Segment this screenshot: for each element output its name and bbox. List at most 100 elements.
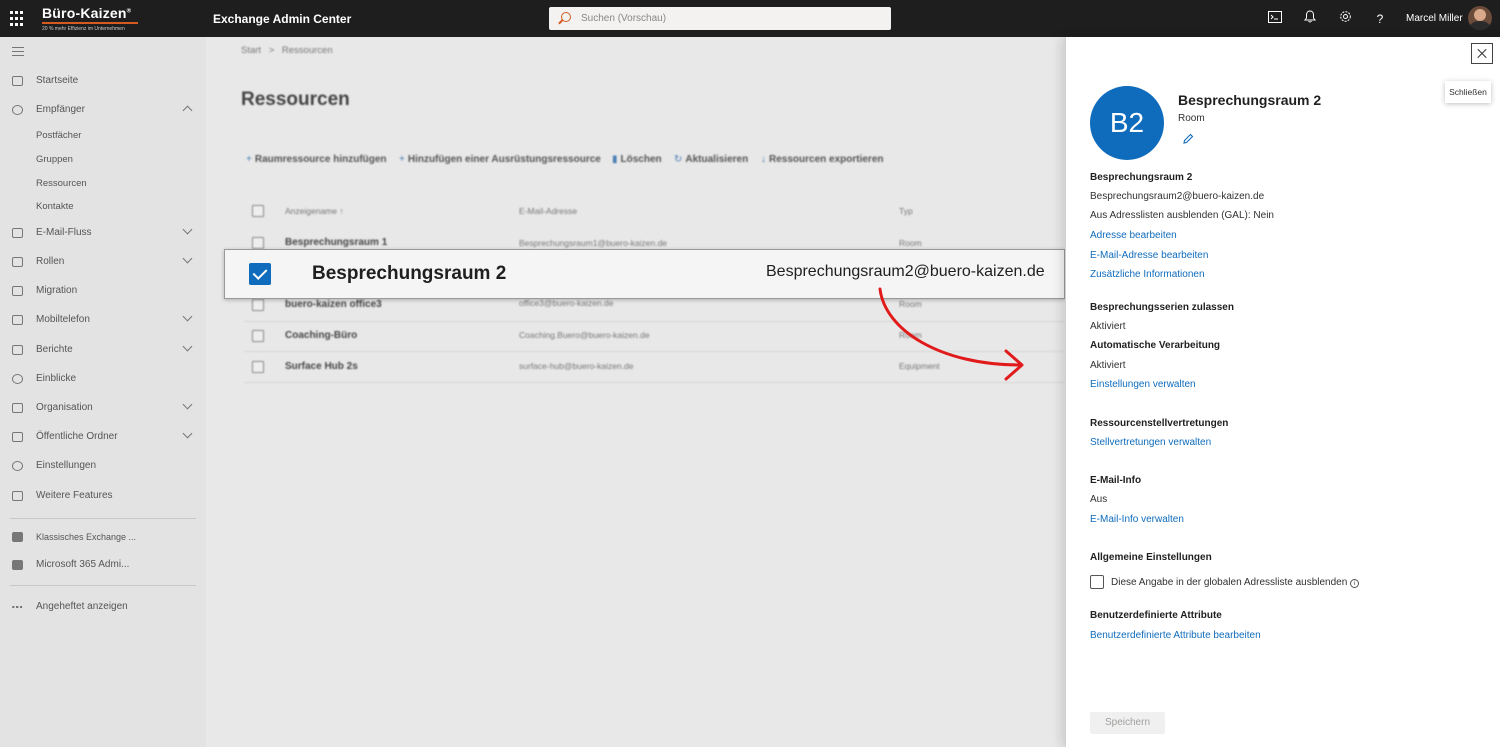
row-checkbox[interactable] xyxy=(252,299,264,311)
mobile-icon xyxy=(12,315,23,325)
top-bar: Büro-Kaizen® 20 % mehr Effizienz im Unte… xyxy=(0,0,1500,37)
mail-icon xyxy=(12,228,23,238)
hamburger-icon[interactable] xyxy=(12,47,24,59)
brand-logo: Büro-Kaizen® 20 % mehr Effizienz im Unte… xyxy=(42,5,138,32)
refresh-button[interactable]: ↻ Aktualisieren xyxy=(674,154,748,165)
delete-button[interactable]: ▮ Löschen xyxy=(612,154,662,165)
add-room-button[interactable]: + Raumressource hinzufügen xyxy=(246,154,387,165)
export-button[interactable]: ↓ Ressourcen exportieren xyxy=(761,154,884,165)
chart-icon xyxy=(12,345,23,355)
app-title: Exchange Admin Center xyxy=(213,12,352,26)
row-checkbox[interactable] xyxy=(252,330,264,342)
sidebar-item-reports[interactable]: Berichte xyxy=(0,340,206,360)
column-header-name[interactable]: Anzeigename ↑ xyxy=(285,206,344,216)
search-icon xyxy=(561,12,571,22)
plus-icon: + xyxy=(246,154,252,165)
grid-icon xyxy=(12,491,23,501)
sidebar-divider xyxy=(10,518,196,519)
terminal-icon[interactable] xyxy=(1266,10,1284,28)
sidebar-item-show-pinned[interactable]: Angeheftet anzeigen xyxy=(0,597,206,617)
brand-tagline: 20 % mehr Effizienz im Unternehmen xyxy=(42,26,125,32)
trash-icon: ▮ xyxy=(612,154,618,165)
home-icon xyxy=(12,76,23,86)
brand-name: Büro-Kaizen xyxy=(42,5,127,21)
add-equipment-button[interactable]: + Hinzufügen einer Ausrüstungsressource xyxy=(399,154,601,165)
manage-settings-link[interactable]: Einstellungen verwalten xyxy=(1090,379,1196,390)
sidebar-item-mobile[interactable]: Mobiltelefon xyxy=(0,310,206,330)
pencil-icon[interactable] xyxy=(1182,133,1194,145)
sidebar-item-settings[interactable]: Einstellungen xyxy=(0,456,206,476)
user-name[interactable]: Marcel Miller xyxy=(1406,13,1463,24)
section-custom-attributes: Benutzerdefinierte Attribute xyxy=(1090,610,1222,621)
breadcrumb: Start > Ressourcen xyxy=(241,45,333,56)
sidebar-item-insights[interactable]: Einblicke xyxy=(0,369,206,389)
chevron-up-icon xyxy=(182,105,193,116)
lightbulb-icon xyxy=(12,374,23,384)
avatar[interactable] xyxy=(1468,6,1492,30)
help-icon[interactable]: ? xyxy=(1371,10,1389,28)
breadcrumb-start[interactable]: Start xyxy=(241,45,261,56)
info-icon[interactable]: i xyxy=(1350,579,1360,588)
sidebar-item-public-folders[interactable]: Öffentliche Ordner xyxy=(0,427,206,447)
plus-icon: + xyxy=(399,154,405,165)
selected-row-checkbox[interactable] xyxy=(249,263,271,285)
sidebar-item-more-features[interactable]: Weitere Features xyxy=(0,486,206,506)
person-icon xyxy=(12,105,23,115)
row-checkbox[interactable] xyxy=(252,361,264,373)
hide-gal-status: Aus Adresslisten ausblenden (GAL): Nein xyxy=(1090,210,1274,221)
section-auto-processing: Automatische Verarbeitung xyxy=(1090,340,1221,351)
edit-address-link[interactable]: Adresse bearbeiten xyxy=(1090,230,1177,241)
column-header-type[interactable]: Typ xyxy=(899,206,913,216)
app-launcher-icon[interactable] xyxy=(10,11,26,27)
selected-row-email: Besprechungsraum2@buero-kaizen.de xyxy=(766,263,1045,280)
chevron-down-icon xyxy=(182,428,193,439)
search-input[interactable]: Suchen (Vorschau) xyxy=(549,7,891,30)
resource-email: Besprechungsraum2@buero-kaizen.de xyxy=(1090,191,1265,202)
row-checkbox[interactable] xyxy=(252,237,264,249)
bell-icon[interactable] xyxy=(1301,10,1319,28)
hide-from-gal-checkbox[interactable] xyxy=(1090,575,1104,589)
brand-mark: ® xyxy=(126,8,132,15)
section-delegates: Ressourcenstellvertretungen xyxy=(1090,418,1229,429)
section-mailtip: E-Mail-Info xyxy=(1090,475,1142,486)
select-all-checkbox[interactable] xyxy=(252,205,264,217)
download-icon: ↓ xyxy=(761,154,766,165)
sidebar-item-migration[interactable]: Migration xyxy=(0,281,206,301)
resource-avatar: B2 xyxy=(1090,86,1164,160)
manage-mailtip-link[interactable]: E-Mail-Info verwalten xyxy=(1090,514,1184,525)
panel-title: Besprechungsraum 2 xyxy=(1178,92,1322,108)
sidebar-item-recipients[interactable]: Empfänger xyxy=(0,100,206,120)
sidebar-item-home[interactable]: Startseite xyxy=(0,71,206,91)
section-recurring-meetings: Besprechungsserien zulassen xyxy=(1090,302,1234,313)
sidebar-subitem-resources[interactable]: Ressourcen xyxy=(36,178,87,189)
sidebar-item-mailflow[interactable]: E-Mail-Fluss xyxy=(0,223,206,243)
sidebar-item-m365-admin[interactable]: Microsoft 365 Admi... xyxy=(0,555,206,575)
column-header-email[interactable]: E-Mail-Adresse xyxy=(519,206,577,216)
sidebar-item-classic-exchange[interactable]: Klassisches Exchange ... xyxy=(0,527,206,547)
panel-subtitle: Room xyxy=(1178,113,1205,124)
main-content: Start > Ressourcen Ressourcen + Raumresso… xyxy=(206,37,1065,747)
breadcrumb-separator: > xyxy=(268,45,275,56)
sidebar-subitem-contacts[interactable]: Kontakte xyxy=(36,201,74,212)
save-button[interactable]: Speichern xyxy=(1090,712,1165,734)
red-arrow-annotation xyxy=(878,287,1024,381)
edit-email-link[interactable]: E-Mail-Adresse bearbeiten xyxy=(1090,250,1208,261)
close-button[interactable] xyxy=(1471,43,1493,64)
manage-delegates-link[interactable]: Stellvertretungen verwalten xyxy=(1090,437,1211,448)
section-general-settings: Allgemeine Einstellungen xyxy=(1090,552,1212,563)
gear-icon xyxy=(12,461,23,471)
edit-custom-attributes-link[interactable]: Benutzerdefinierte Attribute bearbeiten xyxy=(1090,630,1261,641)
sidebar-subitem-groups[interactable]: Gruppen xyxy=(36,154,73,165)
sidebar-subitem-mailboxes[interactable]: Postfächer xyxy=(36,130,81,141)
migration-icon xyxy=(12,286,23,296)
sidebar-item-roles[interactable]: Rollen xyxy=(0,252,206,272)
page-title: Ressourcen xyxy=(241,89,350,110)
exchange-icon xyxy=(12,532,23,542)
resource-name: Besprechungsraum 2 xyxy=(1090,172,1193,183)
selected-row-name: Besprechungsraum 2 xyxy=(312,263,507,284)
organization-icon xyxy=(12,403,23,413)
more-info-link[interactable]: Zusätzliche Informationen xyxy=(1090,269,1205,280)
sidebar-item-organization[interactable]: Organisation xyxy=(0,398,206,418)
sidebar-divider xyxy=(10,585,196,586)
gear-icon[interactable] xyxy=(1336,10,1354,28)
